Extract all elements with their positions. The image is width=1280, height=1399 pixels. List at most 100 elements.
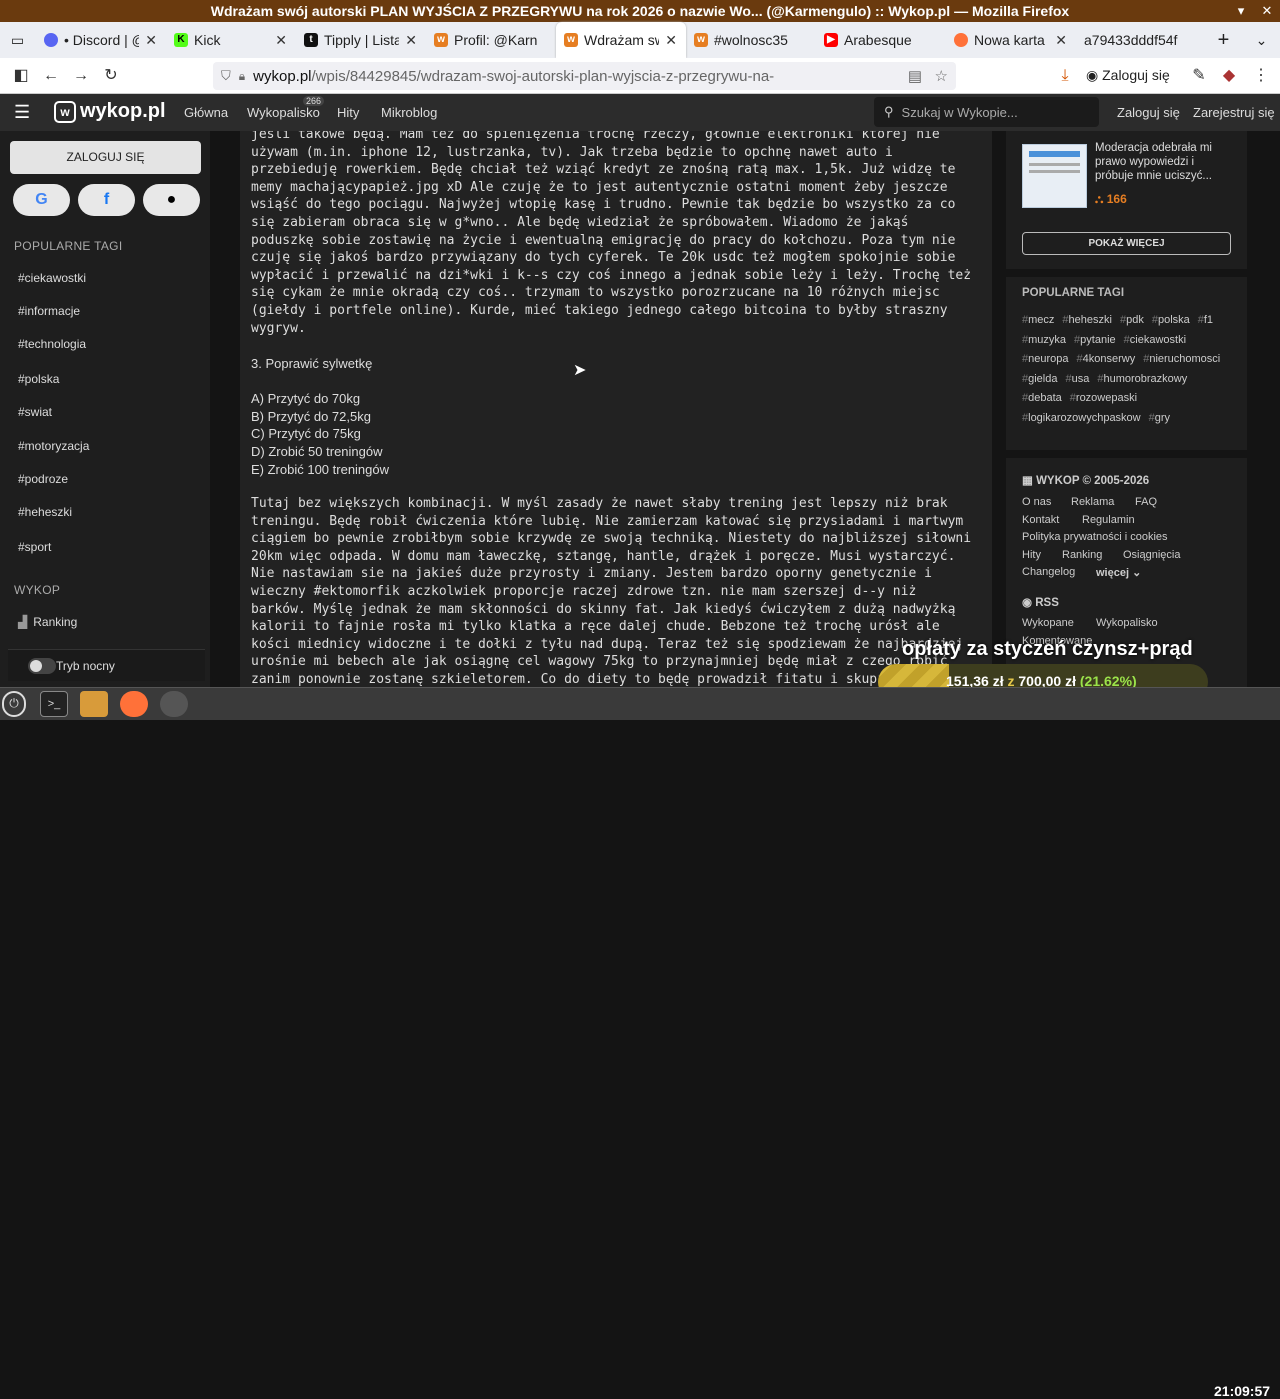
footer-link[interactable]: Osiągnięcia: [1123, 549, 1180, 561]
close-window-icon[interactable]: ✕: [1256, 0, 1278, 22]
tab-tipply[interactable]: t Tipply | Lista ✕: [296, 22, 426, 58]
right-tag[interactable]: #4konserwy: [1077, 350, 1136, 369]
close-tab-icon[interactable]: ✕: [1055, 32, 1067, 49]
sidebar-tag[interactable]: #swiat: [18, 405, 52, 419]
nav-hity[interactable]: Hity: [337, 105, 359, 120]
tab-kick[interactable]: K Kick ✕: [166, 22, 296, 58]
hamburger-icon[interactable]: ☰: [14, 102, 30, 123]
right-tag[interactable]: #rozowepaski: [1070, 389, 1137, 408]
tab-youtube[interactable]: ▶ Arabesque: [816, 22, 946, 58]
back-icon[interactable]: ←: [36, 61, 66, 91]
close-tab-icon[interactable]: ✕: [275, 32, 287, 49]
right-tag[interactable]: #usa: [1065, 370, 1089, 389]
facebook-login-icon[interactable]: f: [78, 184, 135, 216]
nav-glowna[interactable]: Główna: [184, 105, 228, 120]
tab-discord[interactable]: • Discord | @ ✕: [36, 22, 166, 58]
ranking-link[interactable]: ▟ Ranking: [18, 615, 77, 629]
footer-link[interactable]: FAQ: [1135, 496, 1157, 508]
account-button[interactable]: ◉ Zaloguj się: [1086, 67, 1170, 84]
tab-list-icon[interactable]: ⌄: [1244, 22, 1280, 58]
show-more-button[interactable]: POKAŻ WIĘCEJ: [1022, 232, 1231, 255]
right-tag[interactable]: #debata: [1022, 389, 1062, 408]
footer-more-link[interactable]: więcej ⌄: [1096, 566, 1141, 579]
tab-profile[interactable]: w Profil: @Karn: [426, 22, 556, 58]
sidebar-tag[interactable]: #informacje: [18, 304, 80, 318]
footer-link[interactable]: Hity: [1022, 549, 1041, 561]
addon-icon[interactable]: ◆: [1214, 61, 1244, 91]
tab-wolnosc[interactable]: w #wolnosc35: [686, 22, 816, 58]
shield-icon[interactable]: ⛉: [221, 68, 231, 84]
rss-link[interactable]: Wykopane: [1022, 617, 1074, 629]
right-tag[interactable]: #nieruchomosci: [1143, 350, 1220, 369]
lock-icon[interactable]: 🔒︎: [239, 69, 245, 84]
google-login-icon[interactable]: G: [13, 184, 70, 216]
new-tab-button[interactable]: +: [1204, 22, 1244, 58]
url-bar[interactable]: ⛉ 🔒︎ wykop.pl/wpis/84429845/wdrazam-swoj…: [213, 62, 956, 90]
bookmark-star-icon[interactable]: ☆: [935, 67, 948, 85]
sidebar-tag[interactable]: #technologia: [18, 337, 86, 351]
night-mode-row[interactable]: Tryb nocny: [8, 649, 205, 681]
footer-link[interactable]: Reklama: [1071, 496, 1114, 508]
forward-icon[interactable]: →: [66, 61, 96, 91]
register-link[interactable]: Zarejestruj się: [1193, 105, 1275, 120]
footer-link[interactable]: Kontakt: [1022, 514, 1059, 526]
footer-link[interactable]: Changelog: [1022, 566, 1075, 578]
right-popular-tags: POPULARNE TAGI #mecz #heheszki #pdk #polska…: [1006, 277, 1247, 450]
right-tag[interactable]: #logikarozowychpaskow: [1022, 409, 1141, 428]
close-tab-icon[interactable]: ✕: [145, 32, 157, 49]
right-tag[interactable]: #muzyka: [1022, 331, 1066, 350]
card-title[interactable]: Moderacja odebrała mi prawo wypowiedzi i…: [1095, 141, 1235, 183]
downloads-icon[interactable]: ⤓: [1050, 61, 1080, 91]
start-menu-icon[interactable]: ⏻: [2, 691, 26, 717]
tab-overview-icon[interactable]: ▭: [0, 22, 36, 58]
tab-new[interactable]: Nowa karta ✕: [946, 22, 1076, 58]
sidebar-tag[interactable]: #ciekawostki: [18, 271, 86, 285]
minimize-icon[interactable]: ▾: [1230, 0, 1252, 22]
right-tag[interactable]: #mecz: [1022, 311, 1054, 330]
close-tab-icon[interactable]: ✕: [665, 32, 677, 49]
post-line: treningu. Będę robił ćwiczenia które lub…: [251, 513, 964, 529]
tab-hash[interactable]: a79433dddf54f: [1076, 22, 1204, 58]
logo[interactable]: w wykop.pl: [54, 100, 166, 123]
firefox-taskbar-icon[interactable]: [120, 691, 148, 717]
nav-mikroblog[interactable]: Mikroblog: [381, 105, 437, 120]
tab-active-post[interactable]: w Wdrażam sw ✕: [556, 22, 686, 58]
night-mode-toggle[interactable]: [28, 658, 56, 674]
right-tag[interactable]: #gry: [1149, 409, 1170, 428]
right-tag[interactable]: #ciekawostki: [1124, 331, 1186, 350]
obs-icon[interactable]: [160, 691, 188, 717]
right-tag[interactable]: #polska: [1152, 311, 1190, 330]
reload-icon[interactable]: ↻: [96, 61, 126, 91]
reader-view-icon[interactable]: ▤: [908, 67, 922, 85]
apple-login-icon[interactable]: ●: [143, 184, 200, 216]
sidebar-tag[interactable]: #heheszki: [18, 505, 72, 519]
search-input[interactable]: ⚲ Szukaj w Wykopie...: [874, 97, 1099, 127]
right-tag[interactable]: #f1: [1198, 311, 1213, 330]
sidebar-toggle-icon[interactable]: ◧: [6, 61, 36, 91]
sidebar-tag[interactable]: #sport: [18, 540, 51, 554]
menu-icon[interactable]: ⋮: [1246, 61, 1276, 91]
right-tag[interactable]: #pytanie: [1074, 331, 1116, 350]
right-tag[interactable]: #neuropa: [1022, 350, 1069, 369]
terminal-icon[interactable]: >_: [40, 691, 68, 717]
footer-link[interactable]: O nas: [1022, 496, 1051, 508]
nav-wykopalisko[interactable]: Wykopalisko 266: [247, 96, 325, 120]
footer-link[interactable]: Regulamin: [1082, 514, 1135, 526]
footer-link[interactable]: Ranking: [1062, 549, 1102, 561]
sidebar-tag[interactable]: #motoryzacja: [18, 439, 89, 453]
right-tag[interactable]: #humorobrazkowy: [1097, 370, 1187, 389]
sidebar-login-button[interactable]: ZALOGUJ SIĘ: [10, 141, 201, 174]
card-thumbnail[interactable]: [1022, 144, 1087, 208]
footer-link[interactable]: Polityka prywatności i cookies: [1022, 531, 1168, 543]
right-tag[interactable]: #pdk: [1120, 311, 1144, 330]
post-line: używam (m.in. iphone 12, lustrzanka, tv)…: [251, 144, 893, 160]
right-tag[interactable]: #heheszki: [1062, 311, 1112, 330]
rss-link[interactable]: Wykopalisko: [1096, 617, 1158, 629]
file-manager-icon[interactable]: [80, 691, 108, 717]
close-tab-icon[interactable]: ✕: [405, 32, 417, 49]
right-tag[interactable]: #gielda: [1022, 370, 1057, 389]
sidebar-tag[interactable]: #podroze: [18, 472, 68, 486]
sidebar-tag[interactable]: #polska: [18, 372, 59, 386]
extensions-icon[interactable]: ✎: [1184, 61, 1214, 91]
login-link[interactable]: Zaloguj się: [1117, 105, 1180, 120]
